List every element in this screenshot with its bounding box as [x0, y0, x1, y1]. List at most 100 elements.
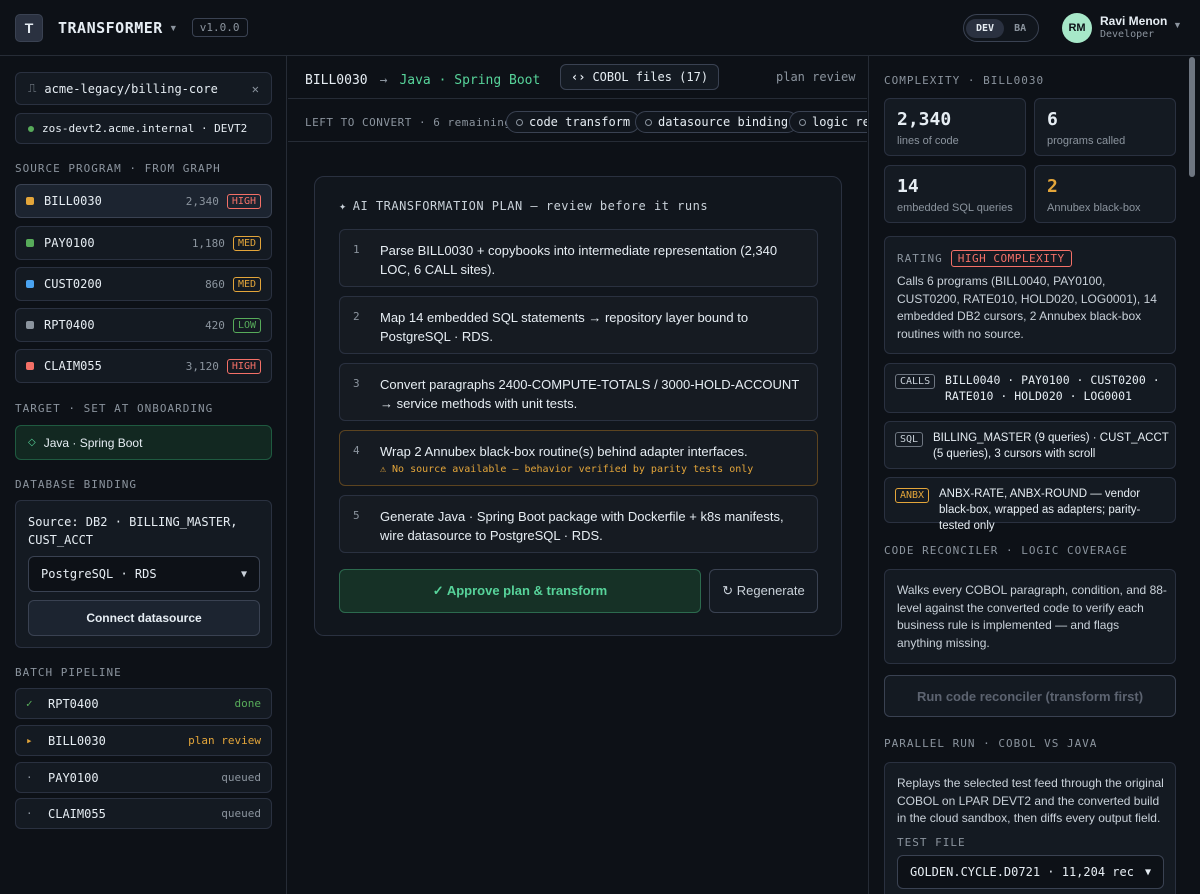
step-number: 2 — [353, 310, 360, 323]
cobol-files-button[interactable]: ‹› COBOL files (17) — [560, 64, 720, 90]
source-program-label: SOURCE PROGRAM · FROM GRAPH — [15, 162, 221, 175]
batch-item[interactable]: · CLAIM055 queued — [15, 798, 272, 829]
cobol-files-label: COBOL files (17) — [592, 70, 709, 84]
user-name: Ravi Menon — [1100, 14, 1168, 28]
database-binding-label: DATABASE BINDING — [15, 478, 137, 491]
anbx-text: ANBX-RATE, ANBX-ROUND — vendor black-box… — [939, 488, 1141, 532]
test-file-label: TEST FILE — [897, 836, 966, 849]
approve-plan-button[interactable]: ✓ Approve plan & transform — [339, 569, 701, 613]
warning-note: ⚠ No source available — behavior verifie… — [380, 464, 754, 475]
metric-value: 2 — [1047, 176, 1058, 197]
task-chip[interactable]: datasource binding — [635, 111, 799, 133]
target-label: TARGET · SET AT ONBOARDING — [15, 402, 214, 415]
batch-pipeline-label: BATCH PIPELINE — [15, 666, 122, 679]
circle-icon — [516, 118, 523, 126]
complexity-badge: HIGH — [226, 358, 261, 374]
program-name: CLAIM055 — [44, 359, 102, 373]
program-color-icon — [26, 197, 34, 205]
complexity-badge: MED — [232, 235, 261, 251]
step-number: 3 — [353, 377, 360, 390]
step-number: 5 — [353, 509, 360, 522]
plan-step: 5 Generate Java · Spring Boot package wi… — [339, 495, 818, 553]
metric-card: 14 embedded SQL queries — [884, 165, 1026, 223]
program-color-icon — [26, 362, 34, 370]
run-code-reconciler-button[interactable]: Run code reconciler (transform first) — [884, 675, 1176, 717]
main-workspace: BILL0030 → Java · Spring Boot ‹› COBOL f… — [288, 56, 867, 894]
sql-text: BILLING_MASTER (9 queries) · CUST_ACCT (… — [933, 432, 1169, 460]
batch-program: RPT0400 — [48, 696, 99, 711]
database-select-value: PostgreSQL · RDS — [41, 567, 157, 581]
dot-icon: · — [26, 771, 33, 784]
version-badge: v1.0.0 — [191, 18, 248, 37]
complexity-badge: LOW — [232, 317, 261, 333]
test-file-select[interactable]: GOLDEN.CYCLE.D0721 · 11,204 rec ▼ — [897, 855, 1164, 889]
rating-header: RATING HIGH COMPLEXITY — [897, 250, 1072, 267]
task-chip[interactable]: code transform — [506, 111, 641, 133]
diamond-icon: ◇ — [28, 437, 36, 448]
parallel-run-card: Replays the selected test feed through t… — [884, 762, 1176, 894]
close-icon[interactable]: ✕ — [252, 82, 259, 96]
plan-step: 4 Wrap 2 Annubex black-box routine(s) be… — [339, 430, 818, 486]
metric-label: lines of code — [897, 135, 959, 147]
metric-value: 2,340 — [897, 109, 952, 130]
sql-card: SQL BILLING_MASTER (9 queries) · CUST_AC… — [884, 421, 1176, 469]
circle-icon — [799, 118, 806, 126]
program-item-bill0030[interactable]: BILL0030 2,340 HIGH — [15, 184, 272, 218]
sql-tag: SQL — [895, 432, 924, 447]
program-item-rpt0400[interactable]: RPT0400 420 LOW — [15, 308, 272, 342]
reconciler-card: Walks every COBOL paragraph, condition, … — [884, 569, 1176, 664]
regenerate-button[interactable]: ↻ Regenerate — [709, 569, 818, 613]
dot-icon: · — [26, 807, 33, 820]
complexity-badge: HIGH COMPLEXITY — [950, 250, 1072, 267]
mode-ba[interactable]: BA — [1004, 19, 1036, 38]
anbx-tag: ANBX — [895, 488, 930, 503]
connect-datasource-button[interactable]: Connect datasource — [28, 600, 260, 636]
host-connection: zos-devt2.acme.internal · DEVT2 — [15, 113, 272, 144]
program-item-claim055[interactable]: CLAIM055 3,120 HIGH — [15, 349, 272, 383]
complexity-badge: HIGH — [226, 193, 261, 209]
sparkle-icon: ✦ — [339, 199, 347, 213]
db-source: Source: DB2 · BILLING_MASTER, CUST_ACCT — [28, 515, 238, 547]
batch-item[interactable]: ✓ RPT0400 done — [15, 688, 272, 719]
remaining-label: LEFT TO CONVERT · 6 remaining — [305, 116, 512, 129]
database-select[interactable]: PostgreSQL · RDS ▼ — [28, 556, 260, 592]
breadcrumb: BILL0030 → Java · Spring Boot — [305, 68, 540, 92]
calls-tag: CALLS — [895, 374, 936, 389]
step-text: Generate Java · Spring Boot package with… — [380, 509, 784, 543]
batch-status: done — [234, 697, 262, 710]
conversion-tasks-bar: LEFT TO CONVERT · 6 remaining code trans… — [288, 98, 867, 142]
mode-dev[interactable]: DEV — [966, 18, 1005, 38]
batch-program: CLAIM055 — [48, 806, 106, 821]
program-color-icon — [26, 321, 34, 329]
batch-status: plan review — [188, 734, 261, 747]
step-number: 4 — [353, 444, 360, 457]
mode-toggle[interactable]: DEV BA — [963, 14, 1040, 42]
chevron-down-icon[interactable]: ▼ — [1173, 20, 1182, 30]
program-loc: 1,180 — [191, 236, 225, 250]
program-item-pay0100[interactable]: PAY0100 1,180 MED — [15, 226, 272, 260]
task-chip[interactable]: logic rec — [789, 111, 867, 133]
app-logo: T — [15, 13, 43, 42]
metric-label: programs called — [1047, 135, 1126, 147]
program-loc: 3,120 — [185, 359, 219, 373]
right-panel: COMPLEXITY · BILL0030 2,340 lines of cod… — [868, 56, 1200, 894]
plan-step: 1 Parse BILL0030 + copybooks into interm… — [339, 229, 818, 287]
repo-selector[interactable]: ⎍ acme-legacy/billing-core ✕ — [15, 72, 272, 105]
metric-value: 14 — [897, 176, 919, 197]
database-binding-card: Source: DB2 · BILLING_MASTER, CUST_ACCT … — [15, 500, 272, 648]
chevron-down-icon[interactable]: ▼ — [169, 23, 178, 33]
chevron-down-icon: ▼ — [240, 568, 247, 580]
vertical-scrollbar[interactable] — [1189, 57, 1195, 177]
plan-title: ✦ AI TRANSFORMATION PLAN — review before … — [339, 199, 709, 213]
plan-step: 2 Map 14 embedded SQL statements → repos… — [339, 296, 818, 354]
transformation-plan-card: ✦ AI TRANSFORMATION PLAN — review before … — [314, 176, 842, 636]
avatar[interactable]: RM — [1062, 13, 1092, 43]
metric-card: 2,340 lines of code — [884, 98, 1026, 156]
batch-item[interactable]: · PAY0100 queued — [15, 762, 272, 793]
app-title[interactable]: TRANSFORMER — [58, 19, 163, 37]
left-sidebar: ⎍ acme-legacy/billing-core ✕ zos-devt2.a… — [0, 56, 287, 894]
batch-item[interactable]: ▸ BILL0030 plan review — [15, 725, 272, 756]
anbx-card: ANBX ANBX-RATE, ANBX-ROUND — vendor blac… — [884, 477, 1176, 532]
program-item-cust0200[interactable]: CUST0200 860 MED — [15, 267, 272, 301]
chevron-down-icon: ▼ — [1144, 866, 1151, 878]
